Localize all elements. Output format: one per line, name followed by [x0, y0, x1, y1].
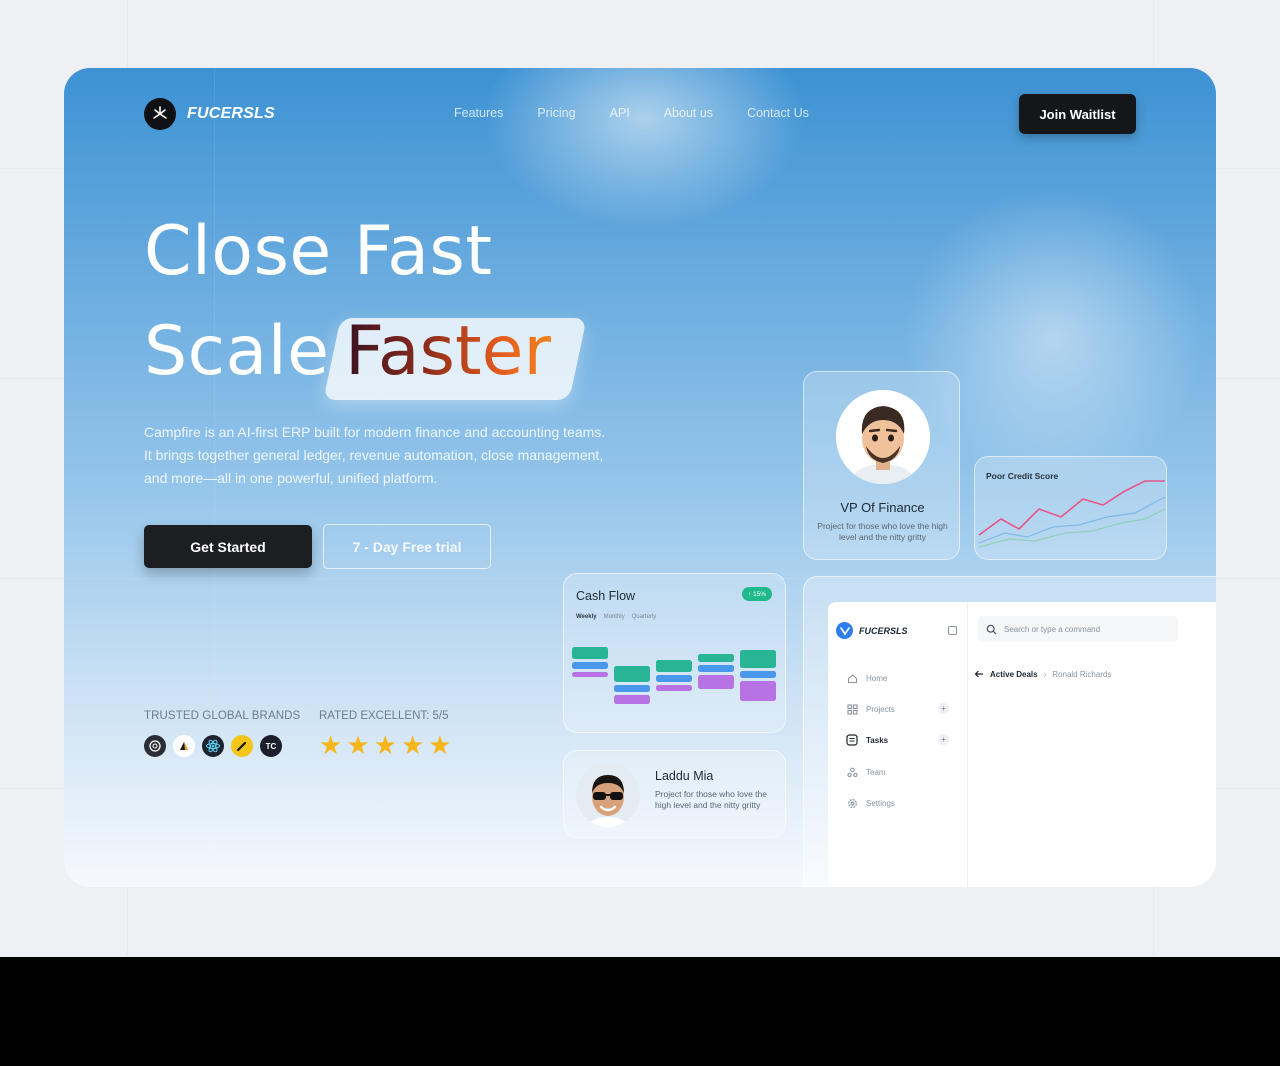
logo-icon: [836, 622, 853, 639]
dashboard-sidebar: FUCERSLS Home Projects + Tasks + Team Se…: [828, 602, 968, 887]
sidebar-item-tasks[interactable]: Tasks: [846, 734, 888, 746]
star-icon: ★: [428, 730, 452, 760]
sidebar-item-label: Tasks: [866, 735, 889, 745]
breadcrumb-sub: Ronald Richards: [1052, 669, 1112, 679]
tasks-icon: [846, 734, 858, 746]
breadcrumb-current[interactable]: Active Deals: [990, 670, 1038, 679]
search-placeholder: Search or type a command: [1004, 624, 1101, 634]
search-icon: [986, 624, 997, 634]
card-title: VP Of Finance: [840, 500, 925, 515]
sidebar-item-team[interactable]: Team: [846, 766, 886, 778]
rating-stars: ★ ★ ★ ★ ★: [319, 728, 452, 762]
nav-features[interactable]: Features: [454, 106, 503, 120]
cash-flow-bar: [698, 675, 734, 689]
cash-flow-bar: [572, 672, 608, 677]
join-waitlist-button[interactable]: Join Waitlist: [1019, 94, 1136, 134]
pen-logo-icon: [231, 735, 253, 757]
dashboard-logo[interactable]: FUCERSLS: [836, 622, 908, 639]
chart-line: [978, 508, 1166, 548]
cash-flow-bar: [614, 685, 650, 692]
logo-text: FUCERSLS: [187, 105, 275, 122]
star-icon: ★: [346, 730, 370, 760]
avatar: [576, 763, 640, 827]
sidebar-item-projects[interactable]: Projects: [846, 703, 895, 715]
cash-flow-bar: [656, 685, 692, 691]
react-icon: [202, 735, 224, 757]
tc-logo-icon: TC: [260, 735, 282, 757]
sidebar-item-settings[interactable]: Settings: [846, 797, 895, 809]
profile-subtitle: Project for those who love the high leve…: [655, 789, 767, 810]
trusted-brands-label: TRUSTED GLOBAL BRANDS: [144, 710, 301, 722]
cash-flow-bar: [614, 666, 650, 682]
bottom-black-band: [0, 957, 1280, 1066]
profile-card[interactable]: Laddu Mia Project for those who love the…: [563, 750, 786, 838]
cash-flow-bar: [740, 650, 776, 668]
nav-about[interactable]: About us: [664, 106, 713, 120]
headline-line-2: Scale: [144, 312, 330, 391]
get-started-button[interactable]: Get Started: [144, 525, 312, 568]
dashboard-preview: FUCERSLS Home Projects + Tasks + Team Se…: [828, 602, 1216, 887]
profile-name: Laddu Mia: [655, 769, 714, 783]
logo-icon: [144, 98, 176, 130]
chart-line: [978, 480, 1165, 536]
sidebar-item-label: Team: [866, 767, 886, 777]
star-icon: ★: [400, 730, 425, 760]
nav-contact[interactable]: Contact Us: [747, 106, 809, 120]
cash-flow-card[interactable]: Cash Flow ↑ 15% Weekly Monthly Quarterly: [563, 573, 786, 733]
credit-score-card[interactable]: Poor Credit Score: [974, 456, 1167, 560]
dashboard-search[interactable]: Search or type a command: [978, 616, 1178, 642]
cash-flow-bar: [572, 662, 608, 669]
free-trial-button[interactable]: 7 - Day Free trial: [323, 524, 491, 569]
openai-icon: [144, 735, 166, 757]
credit-score-chart: [978, 480, 1166, 548]
cash-flow-bar: [572, 647, 608, 659]
hero-card: FUCERSLS Features Pricing API About us C…: [64, 68, 1216, 887]
sidebar-toggle-icon[interactable]: [948, 626, 957, 635]
hero-description: Campfire is an AI-first ERP built for mo…: [144, 424, 606, 486]
vp-finance-card[interactable]: VP Of Finance Project for those who love…: [803, 371, 960, 560]
sidebar-item-label: Settings: [866, 798, 895, 808]
dashboard-brand: FUCERSLS: [859, 625, 908, 636]
cash-flow-bars: [572, 647, 776, 704]
cash-flow-bar: [656, 675, 692, 682]
nav-pricing[interactable]: Pricing: [537, 106, 575, 120]
cash-flow-bar: [656, 660, 692, 672]
main-nav: Features Pricing API About us Contact Us: [454, 106, 809, 120]
home-icon: [846, 672, 858, 684]
headline-highlight: Faster: [345, 312, 552, 391]
cash-flow-bar: [698, 665, 734, 672]
cash-flow-bar: [740, 671, 776, 678]
cash-flow-bar: [614, 695, 650, 704]
sidebar-item-label: Home: [866, 673, 888, 683]
cash-flow-bar: [740, 681, 776, 701]
cash-flow-bar: [698, 654, 734, 662]
star-icon: ★: [373, 730, 397, 760]
brand-logos: TC: [144, 735, 282, 757]
card-subtitle: Project for those who love the high leve…: [817, 521, 948, 542]
sidebar-item-label: Projects: [866, 704, 895, 714]
rating-label: RATED EXCELLENT: 5/5: [319, 710, 449, 722]
settings-icon: [846, 797, 858, 809]
avatar: [836, 390, 930, 484]
team-icon: [846, 766, 858, 778]
breadcrumb: Active Deals › Ronald Richards: [974, 669, 1111, 679]
grid-icon: [846, 703, 858, 715]
sidebar-item-home[interactable]: Home: [846, 672, 887, 684]
arrow-logo-icon: [173, 735, 195, 757]
add-project-button[interactable]: +: [938, 703, 949, 714]
headline-line-1: Close Fast: [144, 212, 493, 291]
back-arrow-icon[interactable]: [974, 669, 984, 679]
star-icon: ★: [319, 730, 343, 760]
chevron-right-icon: ›: [1043, 669, 1047, 679]
nav-api[interactable]: API: [610, 106, 630, 120]
add-task-button[interactable]: +: [938, 734, 949, 745]
logo[interactable]: FUCERSLS: [144, 98, 275, 130]
